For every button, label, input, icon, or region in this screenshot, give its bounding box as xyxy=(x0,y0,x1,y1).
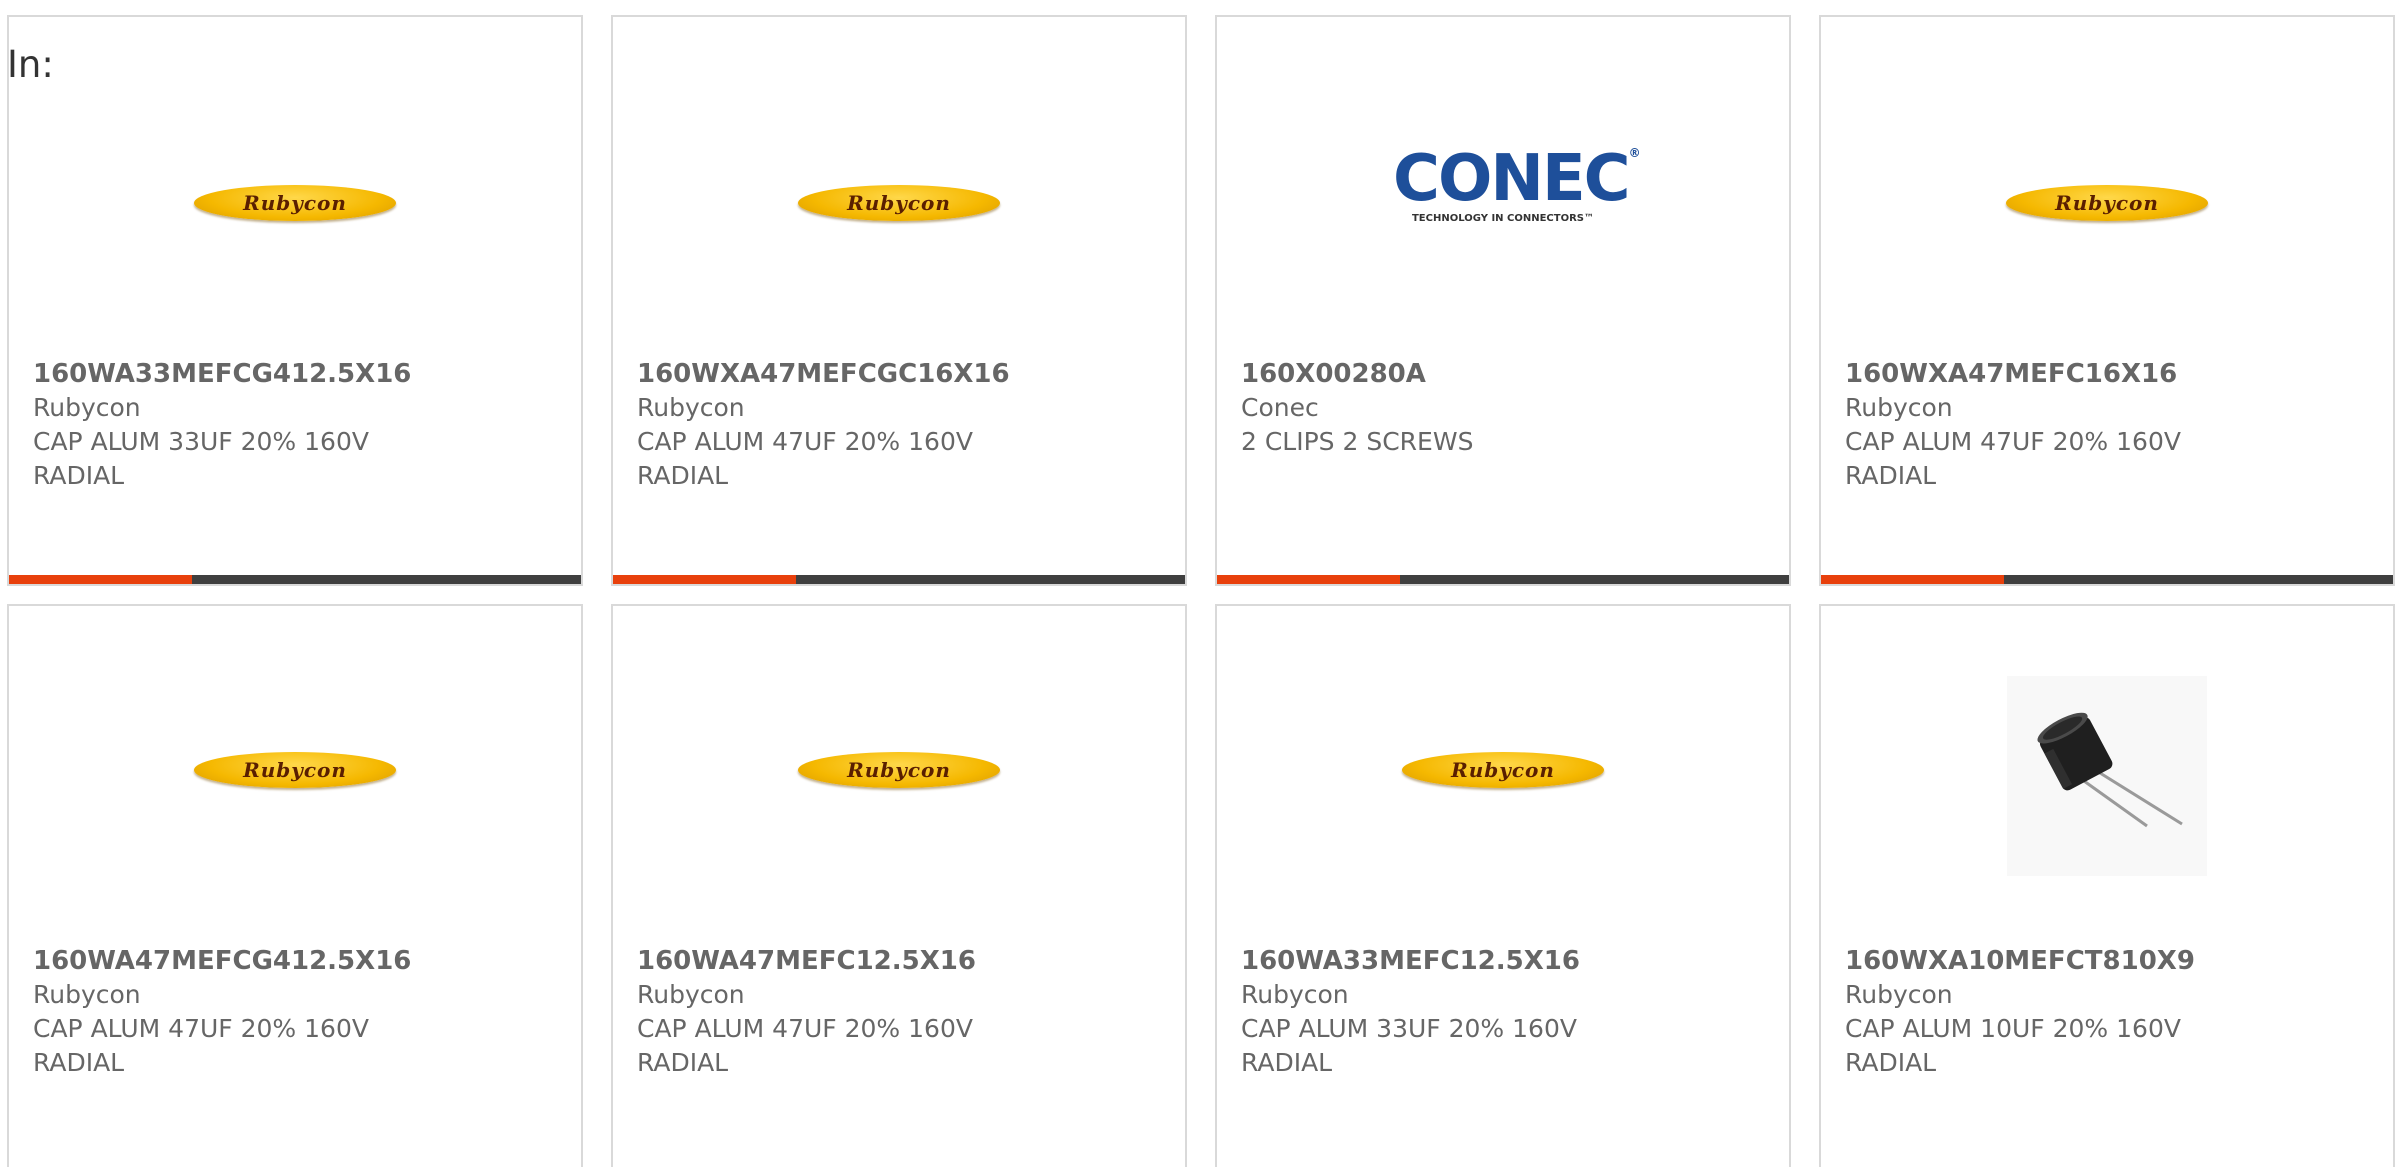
description: CAP ALUM 10UF 20% 160V RADIAL xyxy=(1845,1014,2181,1077)
progress-bar xyxy=(1217,575,1789,584)
filter-label: In: xyxy=(7,43,54,86)
conec-logo: CONEC® TECHNOLOGY IN CONNECTORS™ xyxy=(1393,142,1641,224)
rubycon-logo: Rubycon xyxy=(798,185,1000,221)
rubycon-logo: Rubycon xyxy=(194,185,396,221)
description: 2 CLIPS 2 SCREWS xyxy=(1241,427,1474,456)
description: CAP ALUM 47UF 20% 160V RADIAL xyxy=(637,1014,973,1077)
manufacturer: Rubycon xyxy=(637,980,745,1009)
product-card[interactable]: Rubycon 160WA47MEFC12.5X16 Rubycon CAP A… xyxy=(611,604,1187,1167)
product-card[interactable]: 160WXA10MEFCT810X9 Rubycon CAP ALUM 10UF… xyxy=(1819,604,2395,1167)
product-image-area[interactable]: Rubycon xyxy=(613,17,1185,347)
rubycon-logo: Rubycon xyxy=(1402,752,1604,788)
product-grid-page: In: Rubycon 160WA33MEFCG412.5X16 Rubycon… xyxy=(0,0,2400,1167)
progress-fill xyxy=(9,575,193,584)
rubycon-logo: Rubycon xyxy=(798,752,1000,788)
description: CAP ALUM 47UF 20% 160V RADIAL xyxy=(637,427,973,490)
description: CAP ALUM 33UF 20% 160V RADIAL xyxy=(1241,1014,1577,1077)
progress-bar xyxy=(613,575,1185,584)
part-number[interactable]: 160WXA10MEFCT810X9 xyxy=(1845,944,2383,978)
capacitor-photo xyxy=(2007,676,2207,876)
product-card[interactable]: CONEC® TECHNOLOGY IN CONNECTORS™ 160X002… xyxy=(1215,15,1791,586)
description: CAP ALUM 33UF 20% 160V RADIAL xyxy=(33,427,369,490)
product-image-area[interactable]: Rubycon xyxy=(9,17,581,347)
description: CAP ALUM 47UF 20% 160V RADIAL xyxy=(33,1014,369,1077)
part-number[interactable]: 160WXA47MEFC16X16 xyxy=(1845,357,2383,391)
progress-bar xyxy=(9,575,581,584)
product-card[interactable]: Rubycon 160WXA47MEFC16X16 Rubycon CAP AL… xyxy=(1819,15,2395,586)
product-card[interactable]: Rubycon 160WXA47MEFCGC16X16 Rubycon CAP … xyxy=(611,15,1187,586)
rubycon-logo: Rubycon xyxy=(194,752,396,788)
manufacturer: Rubycon xyxy=(1845,980,1953,1009)
product-card[interactable]: Rubycon 160WA33MEFC12.5X16 Rubycon CAP A… xyxy=(1215,604,1791,1167)
manufacturer: Rubycon xyxy=(33,393,141,422)
product-image-area[interactable]: Rubycon xyxy=(9,606,581,926)
manufacturer: Rubycon xyxy=(33,980,141,1009)
manufacturer: Conec xyxy=(1241,393,1319,422)
part-number[interactable]: 160WA47MEFC12.5X16 xyxy=(637,944,1175,978)
progress-fill xyxy=(1821,575,2005,584)
part-number[interactable]: 160WA33MEFC12.5X16 xyxy=(1241,944,1779,978)
product-image-area[interactable] xyxy=(1821,606,2393,926)
product-card[interactable]: Rubycon 160WA47MEFCG412.5X16 Rubycon CAP… xyxy=(7,604,583,1167)
product-image-area[interactable]: CONEC® TECHNOLOGY IN CONNECTORS™ xyxy=(1217,17,1789,347)
part-number[interactable]: 160WA47MEFCG412.5X16 xyxy=(33,944,571,978)
capacitor-image xyxy=(2037,712,2183,828)
product-image-area[interactable]: Rubycon xyxy=(613,606,1185,926)
manufacturer: Rubycon xyxy=(1845,393,1953,422)
rubycon-logo: Rubycon xyxy=(2006,185,2208,221)
manufacturer: Rubycon xyxy=(1241,980,1349,1009)
part-number[interactable]: 160WA33MEFCG412.5X16 xyxy=(33,357,571,391)
description: CAP ALUM 47UF 20% 160V RADIAL xyxy=(1845,427,2181,490)
part-number[interactable]: 160WXA47MEFCGC16X16 xyxy=(637,357,1175,391)
progress-bar xyxy=(1821,575,2393,584)
part-number[interactable]: 160X00280A xyxy=(1241,357,1779,391)
product-card[interactable]: Rubycon 160WA33MEFCG412.5X16 Rubycon CAP… xyxy=(7,15,583,586)
progress-fill xyxy=(613,575,797,584)
product-image-area[interactable]: Rubycon xyxy=(1217,606,1789,926)
manufacturer: Rubycon xyxy=(637,393,745,422)
progress-fill xyxy=(1217,575,1401,584)
product-image-area[interactable]: Rubycon xyxy=(1821,17,2393,347)
